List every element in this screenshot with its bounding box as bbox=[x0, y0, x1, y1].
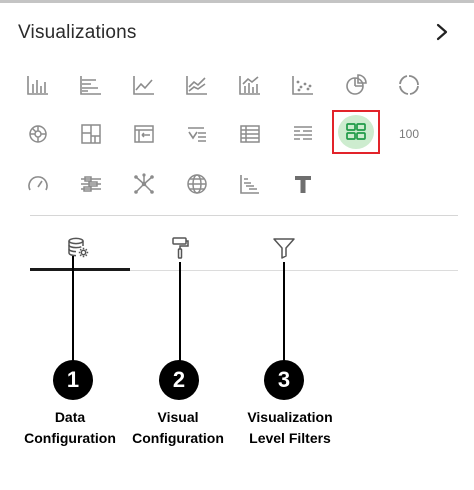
database-settings-icon bbox=[68, 237, 89, 258]
callout-line-1 bbox=[72, 256, 74, 362]
area-chart-icon bbox=[186, 76, 207, 95]
callout-badge-3: 3 bbox=[264, 360, 304, 400]
tile-button[interactable] bbox=[332, 110, 380, 154]
kpi-tile-button[interactable]: 100 bbox=[389, 117, 429, 151]
network-icon bbox=[134, 173, 154, 194]
list-icon bbox=[294, 126, 312, 140]
callout-badge-1: 1 bbox=[53, 360, 93, 400]
line-chart-button[interactable] bbox=[124, 68, 164, 102]
waterfall-icon bbox=[240, 175, 259, 194]
line-chart-icon bbox=[133, 76, 154, 95]
box-plot-button[interactable] bbox=[71, 167, 111, 201]
text-icon bbox=[295, 176, 311, 193]
callout-label-visual-configuration: Visual Configuration bbox=[132, 409, 224, 446]
bar-chart-icon bbox=[27, 76, 48, 95]
kpi-tile-icon: 100 bbox=[398, 127, 420, 141]
donut-chart-icon bbox=[399, 75, 419, 95]
paint-roller-icon bbox=[172, 237, 189, 259]
callout-label-visualization-level-filters: Visualization Level Filters bbox=[247, 409, 333, 446]
box-plot-icon bbox=[81, 176, 101, 192]
area-chart-button[interactable] bbox=[177, 68, 217, 102]
active-tab-indicator bbox=[30, 268, 130, 271]
bar-chart-button[interactable] bbox=[18, 68, 58, 102]
text-button[interactable] bbox=[283, 167, 323, 201]
network-button[interactable] bbox=[124, 167, 164, 201]
horizontal-bar-chart-icon bbox=[80, 76, 101, 95]
pivot-table-icon bbox=[134, 125, 154, 143]
filter-icon bbox=[273, 238, 295, 259]
treemap-button[interactable] bbox=[71, 117, 111, 151]
list-button[interactable] bbox=[283, 117, 323, 151]
tab-visual-configuration[interactable] bbox=[160, 232, 200, 264]
horizontal-bar-chart-button[interactable] bbox=[71, 68, 111, 102]
sunburst-chart-button[interactable] bbox=[18, 117, 58, 151]
table-icon bbox=[240, 125, 260, 143]
pivot-table-button[interactable] bbox=[124, 117, 164, 151]
combo-chart-button[interactable] bbox=[230, 68, 270, 102]
gauge-icon bbox=[28, 176, 48, 191]
treemap-icon bbox=[81, 124, 101, 144]
callout-label-data-configuration: Data Configuration bbox=[24, 409, 116, 446]
scatter-chart-icon bbox=[292, 76, 313, 95]
section-divider bbox=[30, 215, 458, 216]
visualization-type-grid: 100 bbox=[0, 0, 474, 210]
tab-data-configuration[interactable] bbox=[58, 232, 98, 264]
tag-cloud-button[interactable] bbox=[177, 117, 217, 151]
tile-icon bbox=[346, 123, 366, 140]
callout-badge-2: 2 bbox=[159, 360, 199, 400]
pie-chart-icon bbox=[346, 74, 367, 95]
waterfall-button[interactable] bbox=[230, 167, 270, 201]
callout-line-3 bbox=[283, 262, 285, 362]
scatter-chart-button[interactable] bbox=[283, 68, 323, 102]
map-button[interactable] bbox=[177, 167, 217, 201]
map-icon bbox=[187, 174, 207, 194]
tab-visualization-level-filters[interactable] bbox=[264, 232, 304, 264]
table-button[interactable] bbox=[230, 117, 270, 151]
pie-chart-button[interactable] bbox=[336, 68, 376, 102]
donut-chart-button[interactable] bbox=[389, 68, 429, 102]
sunburst-chart-icon bbox=[29, 125, 47, 143]
combo-chart-icon bbox=[239, 76, 260, 95]
tag-cloud-icon bbox=[188, 127, 206, 142]
callout-line-2 bbox=[179, 262, 181, 362]
gauge-button[interactable] bbox=[18, 167, 58, 201]
